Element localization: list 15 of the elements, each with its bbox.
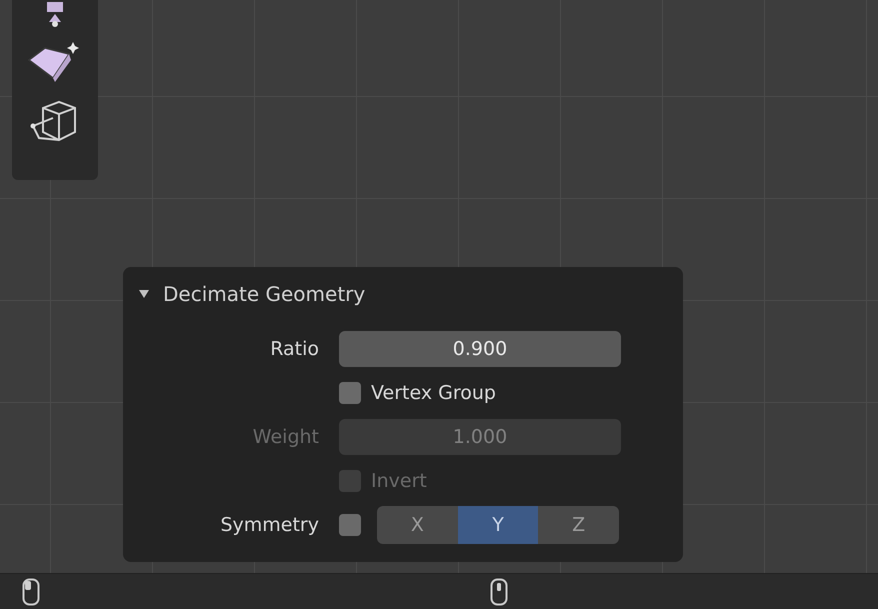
mouse-icon (22, 578, 40, 606)
number-field[interactable]: 0.900 (339, 331, 621, 367)
axis-toggle[interactable]: Y (458, 506, 538, 544)
collapse-triangle-icon[interactable] (139, 289, 149, 299)
panel-title: Decimate Geometry (163, 281, 366, 308)
checkbox-label: Invert (371, 468, 427, 494)
field-label: Weight (252, 424, 319, 450)
checkbox-label: Vertex Group (371, 380, 496, 406)
axis-toggle[interactable]: X (377, 506, 458, 544)
field-label: Ratio (270, 336, 319, 362)
mouse-icon (490, 578, 508, 606)
checkbox[interactable] (339, 514, 361, 536)
axis-toggle[interactable]: Z (538, 506, 619, 544)
field-label: Symmetry (220, 512, 319, 538)
checkbox[interactable] (339, 382, 361, 404)
